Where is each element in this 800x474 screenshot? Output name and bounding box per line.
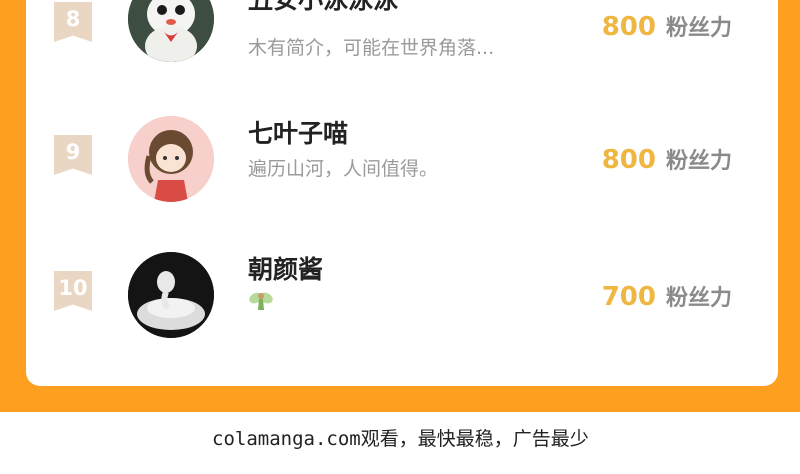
cat-avatar-icon[interactable] — [128, 252, 214, 338]
user-bio: 木有简介，可能在世界角落... — [248, 37, 495, 59]
girl-avatar-icon[interactable] — [128, 116, 214, 202]
fans-label: 粉丝力 — [665, 149, 732, 174]
fans-label: 粉丝力 — [665, 286, 732, 311]
fairy-icon — [248, 288, 274, 314]
list-item[interactable]: 8 丑安小泳泳泳 木有简介，可能在世界角落... 800 粉丝力 — [26, 0, 778, 90]
fans-score: 800 粉丝力 — [602, 10, 732, 42]
fans-label: 粉丝力 — [665, 16, 732, 41]
user-name[interactable]: 七叶子喵 — [248, 114, 348, 150]
user-name[interactable]: 朝颜酱 — [248, 250, 323, 286]
list-item[interactable]: 10 朝颜酱 700 粉丝力 — [26, 250, 778, 360]
white-bird-avatar-icon[interactable] — [128, 0, 214, 62]
leaderboard-frame: 8 丑安小泳泳泳 木有简介，可能在世界角落... 800 粉丝力 9 — [0, 0, 800, 412]
fans-number: 700 — [601, 282, 656, 312]
fans-score: 700 粉丝力 — [602, 280, 732, 312]
fans-number: 800 — [601, 12, 656, 42]
user-name[interactable]: 丑安小泳泳泳 — [248, 0, 398, 16]
rank-badge: 9 — [54, 135, 92, 175]
list-item[interactable]: 9 七叶子喵 遍历山河，人间值得。 800 粉丝力 — [26, 114, 778, 224]
fans-score: 800 粉丝力 — [602, 143, 732, 175]
footer-watermark: colamanga.com观看，最快最稳，广告最少 — [212, 428, 589, 450]
rank-badge: 8 — [54, 2, 92, 42]
user-bio: 遍历山河，人间值得。 — [248, 158, 439, 180]
fans-number: 800 — [601, 145, 656, 175]
rank-badge: 10 — [54, 271, 92, 311]
leaderboard-card: 8 丑安小泳泳泳 木有简介，可能在世界角落... 800 粉丝力 9 — [26, 0, 778, 386]
